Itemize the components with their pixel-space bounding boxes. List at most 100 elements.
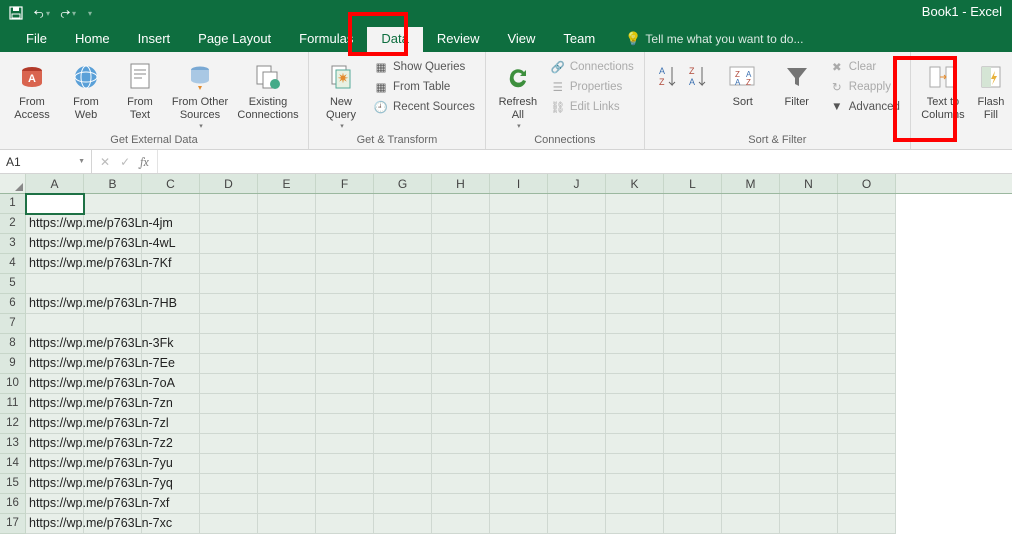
show-queries-button[interactable]: ▦Show Queries: [371, 58, 477, 76]
cell[interactable]: [374, 334, 432, 354]
cell[interactable]: [490, 494, 548, 514]
cell[interactable]: [722, 294, 780, 314]
cell[interactable]: [664, 354, 722, 374]
cell[interactable]: [664, 254, 722, 274]
cell[interactable]: [142, 434, 200, 454]
from-text-button[interactable]: From Text: [116, 56, 164, 121]
cell[interactable]: [432, 434, 490, 454]
cell[interactable]: [722, 454, 780, 474]
cell[interactable]: [84, 194, 142, 214]
cell[interactable]: [490, 414, 548, 434]
cell[interactable]: [838, 194, 896, 214]
qat-customize-icon[interactable]: ▾: [86, 9, 92, 18]
cell[interactable]: [722, 194, 780, 214]
cell[interactable]: [664, 334, 722, 354]
cell[interactable]: [722, 214, 780, 234]
column-header[interactable]: E: [258, 174, 316, 193]
cell[interactable]: [200, 354, 258, 374]
cell[interactable]: [664, 474, 722, 494]
cell[interactable]: [548, 314, 606, 334]
cell[interactable]: [780, 414, 838, 434]
filter-button[interactable]: Filter: [773, 56, 821, 109]
cell[interactable]: [780, 314, 838, 334]
cell[interactable]: [374, 374, 432, 394]
cell[interactable]: [606, 434, 664, 454]
cell[interactable]: [780, 514, 838, 534]
tab-data[interactable]: Data: [367, 27, 422, 52]
cell[interactable]: [606, 234, 664, 254]
cell[interactable]: [316, 234, 374, 254]
cell[interactable]: [780, 454, 838, 474]
cell[interactable]: [722, 234, 780, 254]
row-header[interactable]: 5: [0, 274, 26, 294]
cell[interactable]: [374, 514, 432, 534]
cell[interactable]: [258, 234, 316, 254]
cell[interactable]: [548, 274, 606, 294]
cell[interactable]: [780, 494, 838, 514]
spreadsheet-grid[interactable]: ABCDEFGHIJKLMNO 12https://wp.me/p763Ln-4…: [0, 174, 1012, 534]
cell[interactable]: [838, 394, 896, 414]
cell[interactable]: https://wp.me/p763Ln-7yu: [26, 454, 84, 474]
connections-button[interactable]: 🔗Connections: [548, 58, 636, 76]
column-header[interactable]: O: [838, 174, 896, 193]
cell[interactable]: [780, 214, 838, 234]
column-header[interactable]: H: [432, 174, 490, 193]
tell-me-search[interactable]: 💡 Tell me what you want to do...: [625, 31, 803, 52]
cell[interactable]: [258, 454, 316, 474]
cell[interactable]: [26, 194, 84, 214]
cell[interactable]: [316, 394, 374, 414]
cell[interactable]: [142, 294, 200, 314]
cell[interactable]: [490, 354, 548, 374]
advanced-filter-button[interactable]: ▼Advanced: [827, 98, 902, 116]
formula-input[interactable]: [158, 150, 1012, 173]
cell[interactable]: [374, 314, 432, 334]
cell[interactable]: [548, 474, 606, 494]
cell[interactable]: https://wp.me/p763Ln-7yq: [26, 474, 84, 494]
cell[interactable]: [490, 214, 548, 234]
cell[interactable]: [722, 474, 780, 494]
cell[interactable]: [722, 334, 780, 354]
cell[interactable]: [664, 514, 722, 534]
cell[interactable]: [490, 234, 548, 254]
cell[interactable]: [548, 454, 606, 474]
name-box[interactable]: A1▼: [0, 150, 92, 173]
cell[interactable]: [606, 354, 664, 374]
cell[interactable]: [316, 474, 374, 494]
cell[interactable]: [780, 294, 838, 314]
cell[interactable]: https://wp.me/p763Ln-7zl: [26, 414, 84, 434]
cell[interactable]: [548, 434, 606, 454]
cell[interactable]: [258, 394, 316, 414]
cell[interactable]: [258, 414, 316, 434]
cell[interactable]: [664, 434, 722, 454]
cell[interactable]: [200, 394, 258, 414]
cell[interactable]: [258, 214, 316, 234]
cell[interactable]: [490, 314, 548, 334]
cell[interactable]: https://wp.me/p763Ln-7zn: [26, 394, 84, 414]
cell[interactable]: [200, 294, 258, 314]
cell[interactable]: [374, 254, 432, 274]
cell[interactable]: https://wp.me/p763Ln-4jm: [26, 214, 84, 234]
cell[interactable]: [142, 234, 200, 254]
cell[interactable]: [780, 474, 838, 494]
cell[interactable]: [780, 374, 838, 394]
cell[interactable]: [258, 334, 316, 354]
cell[interactable]: [84, 334, 142, 354]
cell[interactable]: [722, 494, 780, 514]
cell[interactable]: [664, 234, 722, 254]
row-header[interactable]: 15: [0, 474, 26, 494]
cell[interactable]: [432, 374, 490, 394]
cell[interactable]: [258, 434, 316, 454]
row-header[interactable]: 2: [0, 214, 26, 234]
cell[interactable]: [84, 494, 142, 514]
cell[interactable]: [258, 314, 316, 334]
cell[interactable]: [606, 414, 664, 434]
sort-asc-button[interactable]: AZ: [653, 56, 683, 94]
cell[interactable]: [142, 314, 200, 334]
cell[interactable]: [838, 254, 896, 274]
cell[interactable]: [548, 374, 606, 394]
recent-sources-button[interactable]: 🕘Recent Sources: [371, 98, 477, 116]
cell[interactable]: https://wp.me/p763Ln-7HB: [26, 294, 84, 314]
save-icon[interactable]: [8, 5, 24, 21]
tab-formulas[interactable]: Formulas: [285, 27, 367, 52]
cell[interactable]: [316, 254, 374, 274]
